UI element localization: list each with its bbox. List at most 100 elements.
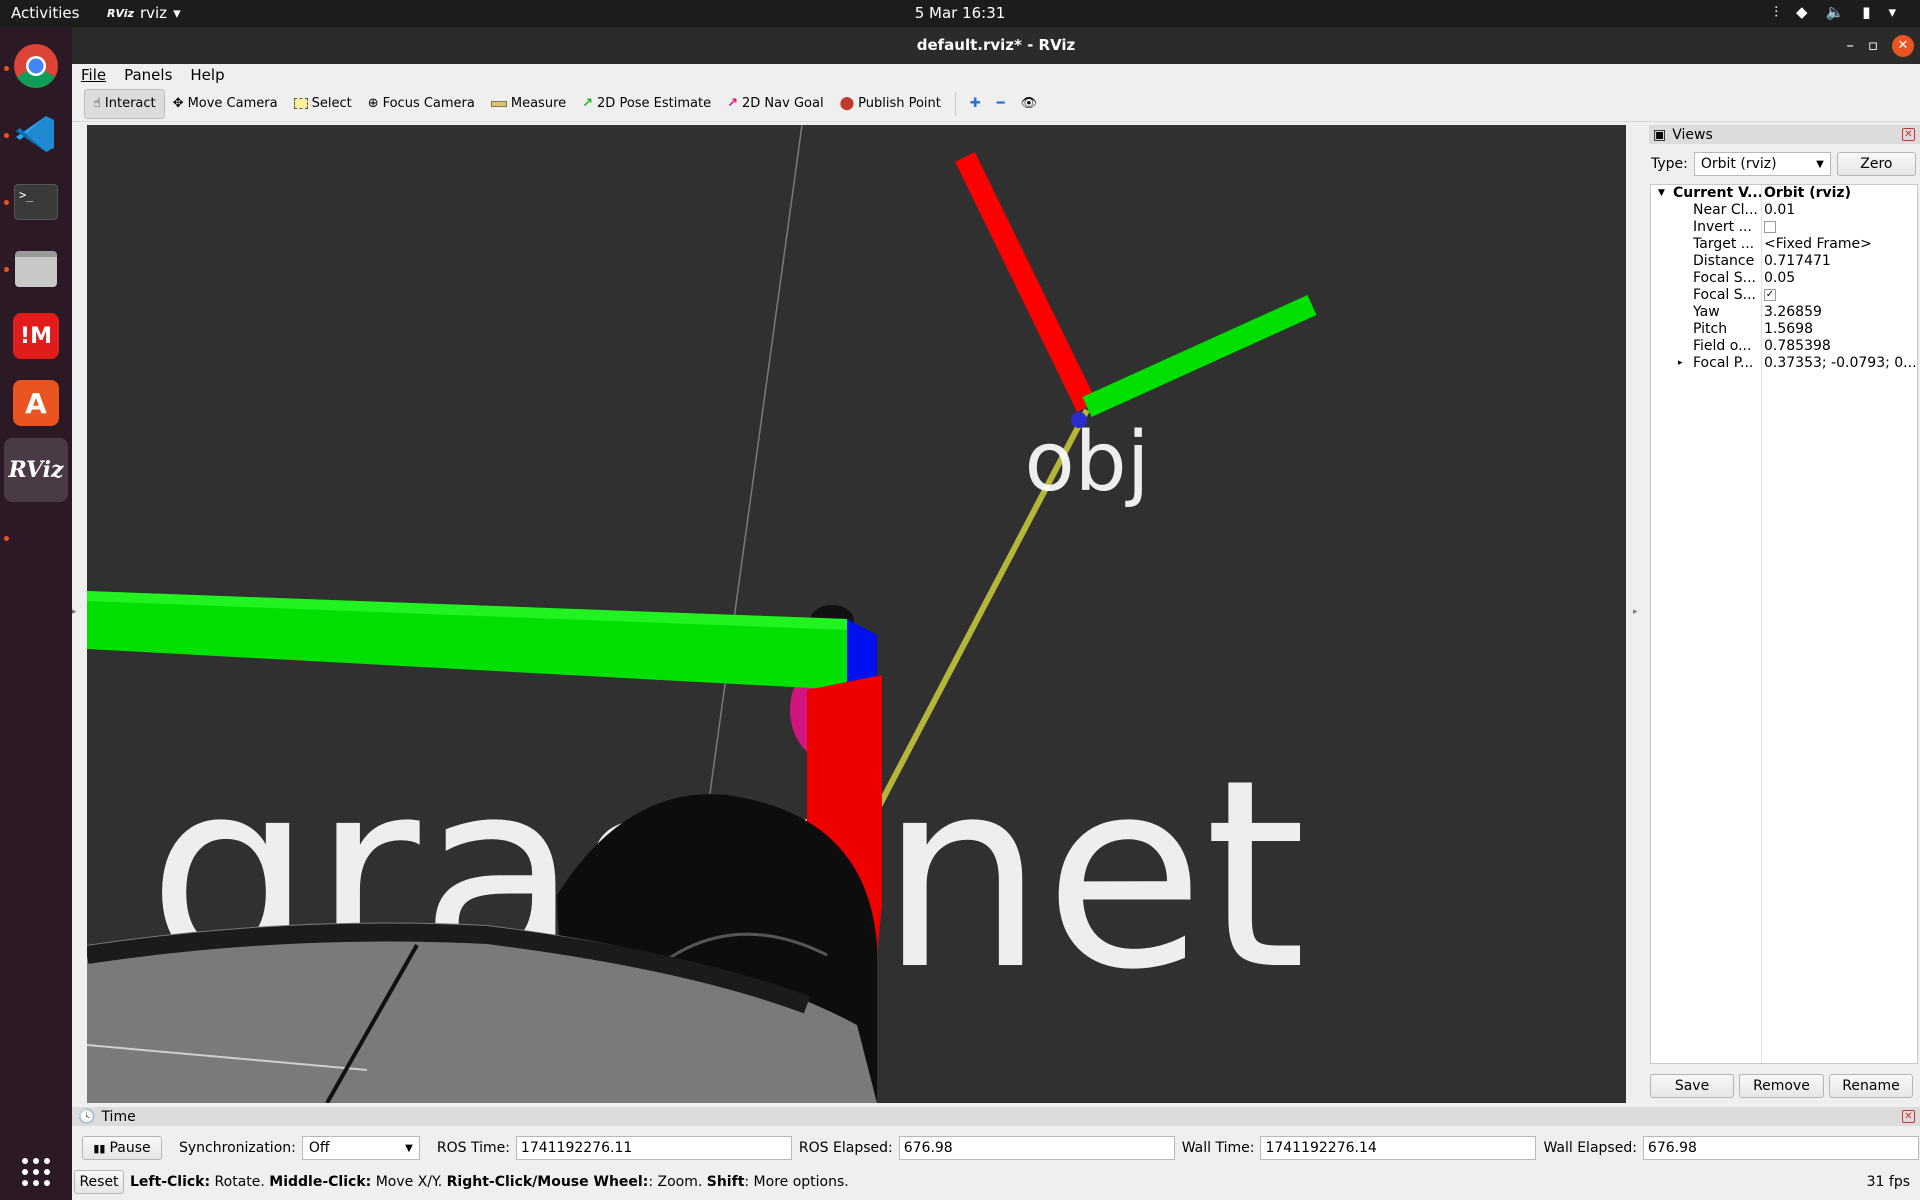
eye-icon: 👁	[1020, 96, 1038, 111]
pose-estimate-tool[interactable]: ↗ 2D Pose Estimate	[574, 89, 719, 119]
title-bar[interactable]: default.rviz* - RViz – ▫ ✕	[72, 27, 1920, 64]
property-row-invert-z[interactable]: Invert ...	[1651, 219, 1919, 236]
invert-checkbox[interactable]	[1764, 221, 1776, 233]
network-monitor-icon[interactable]: ⫶	[1774, 3, 1778, 21]
expand-arrow-icon[interactable]: ▼	[1658, 185, 1665, 202]
terminal-icon[interactable]: >_	[11, 177, 61, 227]
wifi-icon[interactable]: ◆	[1796, 3, 1808, 21]
property-row-distance[interactable]: Distance 0.717471	[1651, 253, 1919, 270]
ros-elapsed-label: ROS Elapsed:	[798, 1140, 893, 1156]
volume-icon[interactable]: 🔈	[1826, 3, 1845, 21]
move-camera-label: Move Camera	[187, 96, 278, 111]
dock: >_ !M A RViz	[0, 27, 72, 1200]
view-type-select[interactable]: Orbit (rviz) ▼	[1693, 152, 1831, 176]
software-store-icon[interactable]: A	[11, 378, 61, 428]
measure-label: Measure	[510, 96, 567, 111]
remove-tool-button[interactable]: ━	[989, 89, 1013, 119]
rviz-window: default.rviz* - RViz – ▫ ✕ File Panels H…	[72, 27, 1920, 1200]
property-row-field-of-view[interactable]: Field o... 0.785398	[1651, 338, 1919, 355]
top-bar: Activities RViz rviz ▾ 5 Mar 16:31 ⫶ ◆ 🔈…	[0, 0, 1920, 27]
tool-bar: ☝ Interact ✥ Move Camera Select ⊕ Focus …	[72, 86, 1920, 122]
maximize-icon[interactable]: ▫	[1868, 27, 1878, 64]
minimize-icon[interactable]: –	[1846, 27, 1854, 64]
ros-time-field[interactable]: 1741192276.11	[515, 1136, 792, 1160]
pause-button[interactable]: ▮▮ Pause	[82, 1136, 162, 1160]
remove-button[interactable]: Remove	[1739, 1074, 1824, 1098]
views-panel-header[interactable]: ▣ Views ✕	[1649, 125, 1920, 144]
ruler-icon	[490, 100, 507, 107]
time-panel-title: Time	[101, 1108, 136, 1125]
clock[interactable]: 5 Mar 16:31	[0, 4, 1920, 22]
interact-tool[interactable]: ☝ Interact	[84, 88, 165, 119]
expand-arrow-icon[interactable]: ▸	[1678, 355, 1683, 372]
time-panel: 🕓 Time ✕ ▮▮ Pause Synchronization: Off ▼…	[72, 1107, 1920, 1200]
close-icon[interactable]: ✕	[1902, 1110, 1915, 1123]
left-splitter-handle[interactable]: ▸	[72, 607, 77, 617]
property-row-focal-point[interactable]: ▸ Focal P... 0.37353; -0.0793; 0....	[1651, 355, 1919, 372]
select-label: Select	[311, 96, 352, 111]
zero-button[interactable]: Zero	[1836, 152, 1916, 176]
measure-tool[interactable]: Measure	[483, 89, 574, 119]
view-type-value: Orbit (rviz)	[1700, 156, 1777, 172]
tool-properties-button[interactable]: 👁	[1013, 89, 1046, 119]
focus-camera-label: Focus Camera	[382, 96, 475, 111]
menu-panels[interactable]: Panels	[115, 64, 181, 86]
show-apps-icon[interactable]	[11, 1147, 61, 1197]
move-camera-tool[interactable]: ✥ Move Camera	[165, 89, 286, 119]
property-row-focal-shape-size[interactable]: Focal S... 0.05	[1651, 270, 1919, 287]
running-indicator	[4, 536, 9, 541]
select-box-icon	[293, 98, 308, 109]
chevron-down-icon: ▼	[405, 1142, 413, 1154]
rviz-icon[interactable]: RViz	[8, 445, 63, 495]
close-icon[interactable]: ✕	[1902, 128, 1915, 141]
view-type-row: Type: Orbit (rviz) ▼ Zero	[1649, 152, 1920, 176]
menu-help[interactable]: Help	[181, 64, 233, 86]
nav-goal-tool[interactable]: ↗ 2D Nav Goal	[719, 89, 831, 119]
property-row-focal-shape-fixed[interactable]: Focal S... ✓	[1651, 287, 1919, 304]
property-row-near-clip[interactable]: Near Cl... 0.01	[1651, 202, 1919, 219]
sync-value: Off	[308, 1140, 330, 1156]
wall-elapsed-field[interactable]: 676.98	[1642, 1136, 1919, 1160]
close-icon[interactable]: ✕	[1892, 34, 1914, 57]
select-tool[interactable]: Select	[286, 89, 360, 119]
menu-bar: File Panels Help	[72, 64, 1920, 86]
property-row-target-frame[interactable]: Target ... <Fixed Frame>	[1651, 236, 1919, 253]
reset-button[interactable]: Reset	[74, 1170, 124, 1194]
window-title: default.rviz* - RViz	[916, 36, 1076, 54]
running-indicator	[4, 267, 9, 272]
property-row-yaw[interactable]: Yaw 3.26859	[1651, 304, 1919, 321]
publish-point-label: Publish Point	[858, 96, 941, 111]
ros-elapsed-field[interactable]: 676.98	[898, 1136, 1175, 1160]
focus-camera-tool[interactable]: ⊕ Focus Camera	[360, 89, 483, 119]
view-properties-tree[interactable]: ▼ Current V... Orbit (rviz) Near Cl... 0…	[1650, 184, 1918, 1064]
pink-arrow-icon: ↗	[727, 96, 739, 111]
rename-button[interactable]: Rename	[1829, 1074, 1913, 1098]
files-icon[interactable]	[11, 244, 61, 294]
chrome-icon[interactable]	[11, 41, 61, 91]
save-button[interactable]: Save	[1650, 1074, 1734, 1098]
pose-estimate-label: 2D Pose Estimate	[597, 96, 712, 111]
add-tool-button[interactable]: ✚	[962, 89, 989, 119]
property-row-pitch[interactable]: Pitch 1.5698	[1651, 321, 1919, 338]
obj-label: obj	[1024, 415, 1149, 510]
views-panel-buttons: Save Remove Rename	[1650, 1074, 1918, 1098]
system-tray[interactable]: ⫶ ◆ 🔈 ▮ ▾	[1774, 3, 1896, 21]
minus-icon: ━	[996, 96, 1005, 111]
time-panel-header[interactable]: 🕓 Time ✕	[72, 1107, 1920, 1126]
property-row-current-view[interactable]: ▼ Current V... Orbit (rviz)	[1651, 185, 1919, 202]
wall-time-field[interactable]: 1741192276.14	[1260, 1136, 1537, 1160]
publish-point-tool[interactable]: ⬤ Publish Point	[832, 89, 949, 119]
time-controls-row: ▮▮ Pause Synchronization: Off ▼ ROS Time…	[72, 1135, 1920, 1161]
battery-icon[interactable]: ▮	[1862, 3, 1870, 21]
crosshair-icon: ⊕	[367, 96, 379, 111]
right-splitter-handle[interactable]: ▸	[1633, 607, 1638, 617]
wall-elapsed-label: Wall Elapsed:	[1543, 1140, 1637, 1156]
move-icon: ✥	[172, 96, 184, 111]
menu-file[interactable]: File	[72, 64, 115, 86]
sync-select[interactable]: Off ▼	[301, 1136, 420, 1160]
power-menu-icon[interactable]: ▾	[1888, 3, 1896, 21]
vscode-icon[interactable]	[11, 109, 61, 159]
render-3d-view[interactable]: graspnet obj	[87, 125, 1626, 1103]
focal-shape-checkbox[interactable]: ✓	[1764, 289, 1776, 301]
mission-center-icon[interactable]: !M	[11, 311, 61, 361]
